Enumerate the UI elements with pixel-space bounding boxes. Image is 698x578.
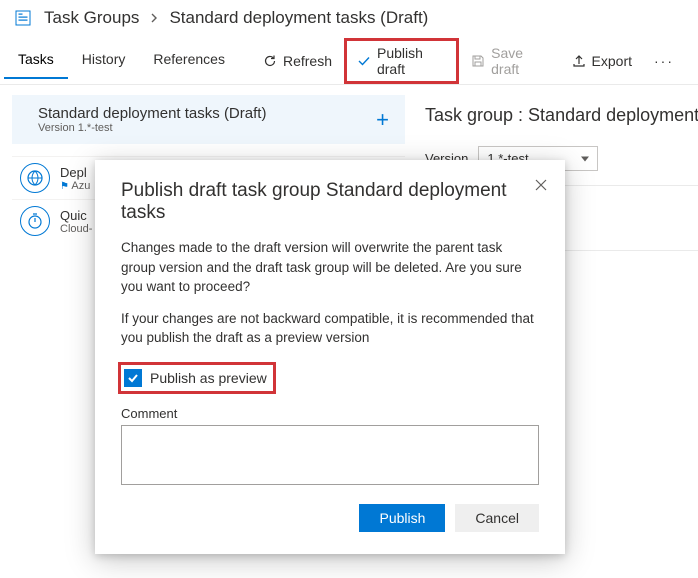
timer-icon (20, 206, 50, 236)
task-group-version: Version 1.*-test (38, 122, 266, 134)
close-icon (535, 179, 547, 191)
comment-textarea[interactable] (121, 425, 539, 485)
publish-draft-button[interactable]: Publish draft (344, 38, 459, 84)
task-subtitle: ⚑ Azu (60, 180, 90, 192)
check-icon (357, 54, 371, 68)
task-group-header[interactable]: Standard deployment tasks (Draft) Versio… (12, 95, 405, 144)
cancel-button[interactable]: Cancel (455, 504, 539, 532)
toolbar: Tasks History References Refresh Publish… (0, 32, 698, 85)
publish-dialog: Publish draft task group Standard deploy… (95, 160, 565, 554)
checkbox-label: Publish as preview (150, 370, 267, 386)
close-button[interactable] (531, 174, 551, 198)
publish-draft-label: Publish draft (377, 45, 446, 77)
refresh-button[interactable]: Refresh (251, 47, 344, 75)
export-button[interactable]: Export (560, 47, 644, 75)
breadcrumb-page[interactable]: Standard deployment tasks (Draft) (169, 8, 428, 28)
publish-as-preview-checkbox[interactable]: Publish as preview (118, 362, 276, 394)
dialog-body: Changes made to the draft version will o… (121, 238, 539, 348)
chevron-right-icon (149, 8, 159, 28)
refresh-label: Refresh (283, 53, 332, 69)
refresh-icon (263, 54, 277, 68)
tab-tasks[interactable]: Tasks (4, 43, 68, 79)
properties-title: Task group : Standard deployment tasks (425, 105, 698, 126)
dialog-paragraph: Changes made to the draft version will o… (121, 238, 539, 297)
save-icon (471, 54, 485, 68)
globe-icon (20, 163, 50, 193)
task-group-title: Standard deployment tasks (Draft) (38, 105, 266, 122)
breadcrumb: Task Groups Standard deployment tasks (D… (0, 0, 698, 32)
tab-references[interactable]: References (139, 43, 239, 79)
task-subtitle: Cloud- (60, 223, 92, 235)
breadcrumb-root[interactable]: Task Groups (44, 8, 139, 28)
save-draft-label: Save draft (491, 45, 547, 77)
checkbox-checked-icon (124, 369, 142, 387)
dialog-title: Publish draft task group Standard deploy… (121, 180, 539, 224)
tab-history[interactable]: History (68, 43, 140, 79)
dialog-paragraph: If your changes are not backward compati… (121, 309, 539, 348)
save-draft-button: Save draft (459, 39, 559, 83)
task-group-icon (14, 8, 34, 28)
comment-label: Comment (121, 406, 539, 421)
add-task-button[interactable]: + (372, 107, 393, 133)
export-icon (572, 54, 586, 68)
task-name: Depl (60, 165, 90, 180)
export-label: Export (592, 53, 632, 69)
more-menu-button[interactable]: ··· (644, 49, 684, 73)
task-name: Quic (60, 208, 92, 223)
publish-button[interactable]: Publish (359, 504, 445, 532)
